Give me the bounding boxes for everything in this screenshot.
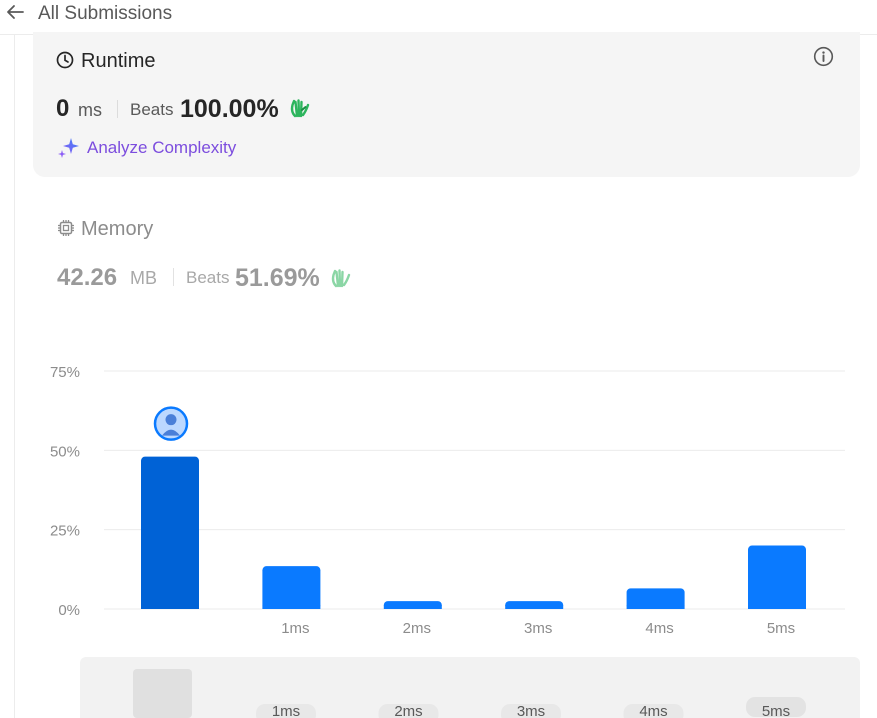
y-tick-label: 50% (50, 443, 80, 460)
x-tick-label: 4ms (645, 620, 673, 637)
chart-bar[interactable] (262, 566, 321, 609)
avatar-head (165, 414, 177, 426)
y-tick-label: 75% (50, 364, 80, 381)
y-tick-label: 0% (58, 602, 80, 619)
chart-bar-base (262, 605, 321, 609)
chart-bar-base (383, 605, 442, 609)
chart-bar-base (748, 605, 806, 609)
x-tick-label: 5ms (767, 620, 795, 637)
chart-bar[interactable] (748, 545, 806, 609)
x-tick-label: 1ms (281, 620, 309, 637)
chart-bar[interactable] (141, 456, 199, 609)
chart-bar-base (505, 605, 564, 609)
x-tick-label: 2ms (403, 620, 431, 637)
runtime-distribution-chart: 0% 25% 50% 75% 1ms 2ms 3ms 4ms 5ms (50, 364, 845, 637)
chart-bar-base (626, 605, 685, 609)
range-slider-track[interactable] (80, 657, 860, 718)
y-tick-label: 25% (50, 523, 80, 540)
chart-bar-base (141, 605, 199, 609)
x-tick-label: 3ms (524, 620, 552, 637)
